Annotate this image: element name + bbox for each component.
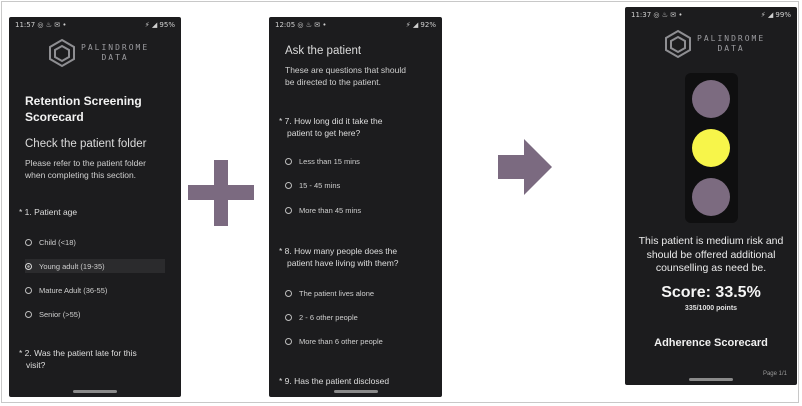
page-indicator: Page 1/1 — [762, 371, 787, 377]
section-heading: Ask the patient — [285, 45, 362, 57]
instructions-line2: when completing this section. — [25, 170, 137, 180]
status-bar: 11:37 ◎ ♨ ✉ • ⚡ ◢ 99% — [631, 11, 791, 21]
page-title: Retention Screening Scorecard — [25, 93, 142, 125]
intro-line1: These are questions that should — [285, 65, 406, 75]
option-lives-alone[interactable]: The patient lives alone — [285, 286, 374, 300]
option-young-adult[interactable]: Young adult (19-35) — [25, 259, 165, 273]
logo-text-line2: DATA — [717, 44, 745, 53]
option-label: Young adult (19-35) — [39, 261, 105, 271]
status-icons: ◎ ♨ ✉ • — [297, 21, 327, 29]
home-indicator[interactable] — [333, 390, 378, 393]
logo-text-line2: DATA — [101, 53, 129, 62]
intro-line2: be directed to the patient. — [285, 77, 381, 87]
instructions-line1: Please refer to the patient folder — [25, 158, 146, 168]
status-icons: ◎ ♨ ✉ • — [653, 11, 683, 19]
palindrome-logo: PALINDROME DATA — [663, 29, 765, 59]
traffic-light-top-lamp — [692, 80, 730, 118]
risk-result-text: This patient is medium risk and should b… — [633, 235, 789, 276]
question8-line1: * 8. How many people does the — [279, 246, 398, 256]
radio-icon — [285, 181, 292, 189]
status-time: 11:57 — [15, 21, 36, 29]
option-label: 15 - 45 mins — [299, 180, 341, 190]
option-label: Senior (>55) — [39, 309, 81, 319]
status-bar: 11:57 ◎ ♨ ✉ • ⚡ ◢ 95% — [15, 21, 175, 31]
phone-screen-ask-patient: 12:05 ◎ ♨ ✉ • ⚡ ◢ 92% Ask the patient Th… — [269, 17, 442, 397]
option-2-6-people[interactable]: 2 - 6 other people — [285, 310, 358, 324]
radio-icon — [25, 238, 32, 246]
radio-icon — [25, 286, 32, 294]
status-icons: ◎ ♨ ✉ • — [37, 21, 67, 29]
next-section-heading: Adherence Scorecard — [654, 337, 768, 349]
question-travel-time: * 7. How long did it take the patient to… — [279, 115, 382, 139]
palindrome-logo: PALINDROME DATA — [47, 38, 149, 68]
status-bar: 12:05 ◎ ♨ ✉ • ⚡ ◢ 92% — [275, 21, 436, 31]
traffic-light-middle-lamp — [692, 129, 730, 167]
option-mature-adult[interactable]: Mature Adult (36-55) — [25, 283, 165, 297]
option-label: Less than 15 mins — [299, 156, 360, 166]
option-label: More than 45 mins — [299, 205, 362, 215]
score-value: Score: 33.5% — [661, 284, 761, 301]
option-15-45[interactable]: 15 - 45 mins — [285, 178, 340, 192]
question-disclosed: * 9. Has the patient disclosed — [279, 376, 390, 386]
logo-text-line1: PALINDROME — [81, 43, 150, 52]
radio-icon — [25, 310, 32, 318]
question2-line1: * 2. Was the patient late for this — [19, 348, 137, 358]
question7-line2: patient to get here? — [287, 128, 361, 138]
radio-icon — [285, 157, 292, 165]
question-household: * 8. How many people does the patient ha… — [279, 245, 399, 269]
radio-checked-icon — [25, 262, 32, 270]
hexagon-logo-icon — [49, 38, 75, 68]
option-label: Child (<18) — [39, 237, 76, 247]
home-indicator[interactable] — [73, 390, 117, 393]
title-line1: Retention Screening — [25, 94, 142, 108]
home-indicator[interactable] — [689, 378, 733, 381]
status-battery: ⚡ ◢ 92% — [405, 21, 436, 29]
option-senior[interactable]: Senior (>55) — [25, 307, 165, 321]
logo-text-line1: PALINDROME — [697, 34, 766, 43]
hexagon-logo-icon — [665, 29, 691, 59]
radio-icon — [285, 289, 292, 297]
question8-line2: patient have living with them? — [287, 258, 399, 268]
question-patient-age: * 1. Patient age — [19, 207, 78, 217]
section-intro: These are questions that should be direc… — [285, 64, 406, 88]
plus-icon-bar — [188, 185, 254, 200]
traffic-light-bottom-lamp — [692, 178, 730, 216]
title-line2: Scorecard — [25, 110, 84, 124]
radio-icon — [285, 313, 292, 321]
status-battery: ⚡ ◢ 95% — [144, 21, 175, 29]
question7-line1: * 7. How long did it take the — [279, 116, 383, 126]
result-line3: counselling as need be. — [655, 262, 767, 274]
option-label: The patient lives alone — [299, 288, 375, 298]
result-line2: should be offered additional — [646, 248, 776, 261]
status-time: 11:37 — [631, 11, 652, 19]
option-more-45[interactable]: More than 45 mins — [285, 203, 361, 217]
status-time: 12:05 — [275, 21, 296, 29]
option-label: Mature Adult (36-55) — [39, 285, 108, 295]
phone-screen-retention-scorecard: 11:57 ◎ ♨ ✉ • ⚡ ◢ 95% PALINDROME DATA Re… — [9, 17, 181, 397]
question2-line2: visit? — [26, 360, 46, 370]
traffic-light — [685, 73, 738, 223]
score-points: 335/1000 points — [684, 305, 738, 312]
arrow-right-icon — [498, 139, 552, 195]
radio-icon — [285, 206, 292, 214]
radio-icon — [285, 337, 292, 345]
phone-screen-result: 11:37 ◎ ♨ ✉ • ⚡ ◢ 99% PALINDROME DATA Th… — [625, 7, 797, 385]
option-more-6-people[interactable]: More than 6 other people — [285, 334, 383, 348]
section-heading: Check the patient folder — [25, 138, 147, 150]
option-less-15[interactable]: Less than 15 mins — [285, 154, 360, 168]
option-child[interactable]: Child (<18) — [25, 235, 165, 249]
question-late: * 2. Was the patient late for this visit… — [19, 347, 137, 371]
option-label: 2 - 6 other people — [299, 312, 358, 322]
status-battery: ⚡ ◢ 99% — [760, 11, 791, 19]
option-label: More than 6 other people — [299, 336, 383, 346]
result-line1: This patient is medium risk and — [638, 235, 784, 247]
section-instructions: Please refer to the patient folder when … — [25, 157, 146, 181]
